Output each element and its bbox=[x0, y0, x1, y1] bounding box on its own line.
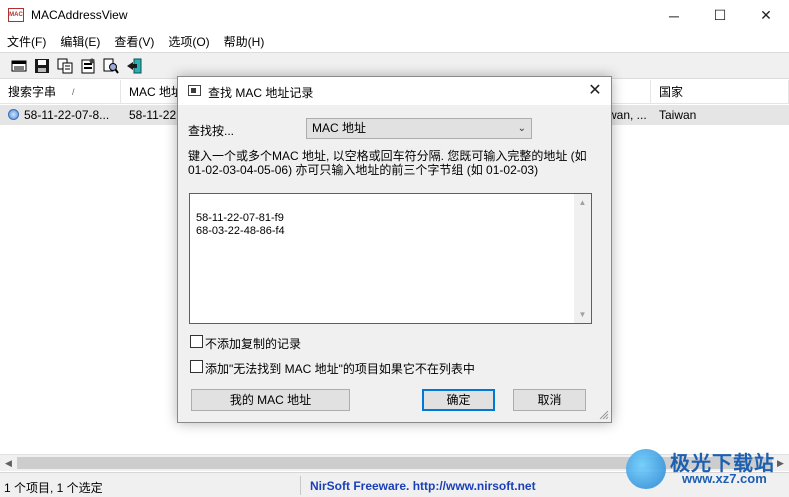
scroll-down-icon[interactable]: ▼ bbox=[574, 306, 591, 323]
window-title: MACAddressView bbox=[31, 8, 128, 22]
mac-address-text[interactable]: 58-11-22-07-81-f9 68-03-22-48-86-f4 bbox=[196, 212, 285, 238]
menu-edit[interactable]: 编辑(E) bbox=[53, 31, 107, 51]
cancel-button[interactable]: 取消 bbox=[513, 389, 586, 411]
find-mac-dialog: 查找 MAC 地址记录 ✕ 查找按... MAC 地址 ⌄ 键入一个或多个MAC… bbox=[177, 76, 612, 423]
save-icon[interactable] bbox=[33, 57, 51, 75]
menu-help[interactable]: 帮助(H) bbox=[217, 31, 272, 51]
exit-icon[interactable] bbox=[125, 57, 143, 75]
find-by-select[interactable]: MAC 地址 ⌄ bbox=[306, 118, 532, 139]
maximize-button[interactable]: ☐ bbox=[697, 0, 743, 31]
dialog-title: 查找 MAC 地址记录 bbox=[208, 86, 314, 100]
properties-icon[interactable] bbox=[79, 57, 97, 75]
vertical-scrollbar[interactable]: ▲ ▼ bbox=[574, 194, 591, 323]
find-by-label: 查找按... bbox=[188, 124, 235, 138]
no-duplicates-label[interactable]: 不添加复制的记录 bbox=[205, 335, 301, 352]
view-report-icon[interactable] bbox=[10, 57, 28, 75]
sort-indicator-icon: / bbox=[72, 87, 75, 97]
menu-options[interactable]: 选项(O) bbox=[161, 31, 216, 51]
scroll-left-icon[interactable]: ◀ bbox=[0, 455, 17, 472]
watermark-url: www.xz7.com bbox=[682, 471, 767, 486]
copy-icon[interactable] bbox=[56, 57, 74, 75]
close-button[interactable]: ✕ bbox=[743, 0, 789, 31]
title-bar: MAC MACAddressView ─ ☐ ✕ bbox=[0, 0, 789, 31]
column-header-search[interactable]: 搜索字串 / bbox=[0, 80, 121, 104]
column-header-country[interactable]: 国家 bbox=[651, 80, 789, 104]
status-count: 1 个项目, 1 个选定 bbox=[4, 481, 103, 495]
toolbar bbox=[0, 52, 789, 79]
cell-search: 58-11-22-07-8... bbox=[24, 108, 110, 122]
app-icon: MAC bbox=[8, 8, 24, 22]
menu-view[interactable]: 查看(V) bbox=[107, 31, 161, 51]
cell-mac: 58-11-22 bbox=[129, 108, 177, 122]
dialog-close-button[interactable]: ✕ bbox=[579, 77, 611, 105]
status-divider bbox=[300, 476, 301, 495]
dialog-description: 键入一个或多个MAC 地址, 以空格或回车符分隔. 您既可输入完整的地址 (如 … bbox=[188, 149, 587, 177]
add-not-found-checkbox[interactable] bbox=[190, 360, 203, 373]
dialog-title-bar: 查找 MAC 地址记录 ✕ bbox=[178, 77, 611, 105]
add-not-found-label[interactable]: 添加"无法找到 MAC 地址"的项目如果它不在列表中 bbox=[205, 360, 475, 377]
watermark-logo-icon bbox=[626, 449, 666, 489]
find-icon[interactable] bbox=[102, 57, 120, 75]
cell-country: Taiwan bbox=[659, 108, 697, 122]
menu-bar: 文件(F) 编辑(E) 查看(V) 选项(O) 帮助(H) bbox=[0, 31, 789, 51]
ok-button[interactable]: 确定 bbox=[422, 389, 495, 411]
nirsoft-link[interactable]: NirSoft Freeware. http://www.nirsoft.net bbox=[310, 479, 536, 493]
minimize-button[interactable]: ─ bbox=[651, 0, 697, 31]
my-mac-button[interactable]: 我的 MAC 地址 bbox=[191, 389, 350, 411]
chevron-down-icon: ⌄ bbox=[517, 123, 526, 134]
mac-address-input[interactable]: 58-11-22-07-81-f9 68-03-22-48-86-f4 ▲ ▼ bbox=[189, 193, 592, 324]
watermark: 极光下载站 www.xz7.com bbox=[626, 445, 786, 493]
dialog-icon bbox=[188, 85, 201, 96]
find-by-value: MAC 地址 bbox=[312, 121, 367, 135]
no-duplicates-checkbox[interactable] bbox=[190, 335, 203, 348]
menu-file[interactable]: 文件(F) bbox=[0, 31, 53, 51]
scroll-up-icon[interactable]: ▲ bbox=[574, 194, 591, 211]
resize-grip-icon[interactable] bbox=[599, 410, 609, 420]
